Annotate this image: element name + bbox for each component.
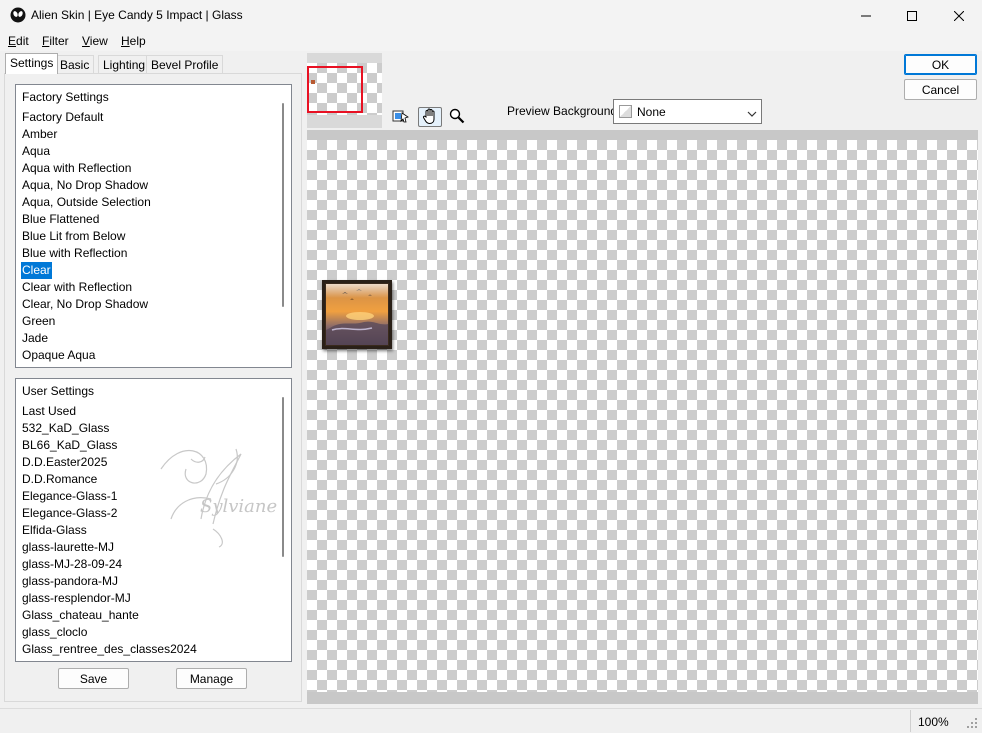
factory-item-amber[interactable]: Amber [21,126,58,143]
cancel-button[interactable]: Cancel [904,79,977,100]
user-item-glass-rentree-des-classes2024[interactable]: Glass_rentree_des_classes2024 [21,641,198,658]
tab-lighting[interactable]: Lighting [98,55,151,73]
user-item-elfida-glass[interactable]: Elfida-Glass [21,522,88,539]
navigator-viewport-frame[interactable] [307,66,363,113]
maximize-button[interactable] [889,0,935,31]
save-button[interactable]: Save [58,668,129,689]
minimize-button[interactable] [843,0,889,31]
ok-button[interactable]: OK [904,54,977,75]
factory-item-aqua-outside-selection[interactable]: Aqua, Outside Selection [21,194,152,211]
user-item-elegance-glass-2[interactable]: Elegance-Glass-2 [21,505,118,522]
preview-background-select[interactable]: None [613,99,762,124]
preview-image [322,280,392,349]
user-item-glass-laurette-mj[interactable]: glass-laurette-MJ [21,539,115,556]
navigate-button[interactable] [390,107,412,127]
user-item-d-d-easter2025[interactable]: D.D.Easter2025 [21,454,108,471]
user-item-glass-cloclo[interactable]: glass_cloclo [21,624,88,641]
user-item-glass-pandora-mj[interactable]: glass-pandora-MJ [21,573,119,590]
factory-item-blue-with-reflection[interactable]: Blue with Reflection [21,245,128,262]
zoom-icon [449,108,465,127]
user-settings-list[interactable]: User Settings Last Used 532_KaD_Glass BL66… [15,378,292,662]
factory-settings-header: Factory Settings [22,90,109,104]
close-icon [954,10,964,21]
manage-button[interactable]: Manage [176,668,247,689]
user-item-532-kad-glass[interactable]: 532_KaD_Glass [21,420,110,437]
factory-item-aqua[interactable]: Aqua [21,143,51,160]
hand-icon [421,107,439,128]
preview-top-border [307,130,978,140]
menu-bar [0,31,982,51]
factory-item-aqua-with-reflection[interactable]: Aqua with Reflection [21,160,132,177]
factory-item-blue-flattened[interactable]: Blue Flattened [21,211,100,228]
user-item-bl66-kad-glass[interactable]: BL66_KaD_Glass [21,437,118,454]
factory-list-scrollbar[interactable] [282,103,284,307]
zoom-tool-button[interactable] [446,107,468,127]
user-settings-header: User Settings [22,384,95,398]
navigate-icon [392,108,410,127]
factory-item-jade[interactable]: Jade [21,330,49,347]
window-title: Alien Skin | Eye Candy 5 Impact | Glass [31,8,243,22]
menu-filter[interactable]: Filter [42,34,69,48]
resize-grip-icon[interactable] [966,717,978,732]
menu-help[interactable]: Help [121,34,146,48]
status-divider [910,710,911,732]
tab-bevel-profile[interactable]: Bevel Profile [146,55,224,73]
user-item-last-used[interactable]: Last Used [21,403,77,420]
user-item-glass-mj-28-09-24[interactable]: glass-MJ-28-09-24 [21,556,123,573]
preview-bottom-border [307,692,978,704]
navigator-image-dot [311,80,315,84]
factory-item-blue-lit-from-below[interactable]: Blue Lit from Below [21,228,126,245]
zoom-level: 100% [918,715,949,729]
maximize-icon [907,10,917,21]
preview-background-label: Preview Background: [507,104,621,118]
status-bar [0,708,982,733]
factory-settings-list[interactable]: Factory Settings Factory Default Amber Aqu… [15,84,292,368]
tab-settings[interactable]: Settings [5,53,59,74]
preview-canvas[interactable] [307,140,978,692]
watermark-text: Sylviane [200,496,278,517]
factory-item-green[interactable]: Green [21,313,56,330]
user-item-d-d-romance[interactable]: D.D.Romance [21,471,98,488]
user-item-glass-chateau-hante[interactable]: Glass_chateau_hante [21,607,140,624]
factory-item-factory-default[interactable]: Factory Default [21,109,104,126]
user-item-elegance-glass-1[interactable]: Elegance-Glass-1 [21,488,118,505]
close-button[interactable] [936,0,982,31]
app-alien-icon [10,7,26,23]
menu-view[interactable]: View [82,34,108,48]
factory-item-clear-with-reflection[interactable]: Clear with Reflection [21,279,133,296]
menu-edit[interactable]: Edit [8,34,29,48]
factory-item-clear-no-drop-shadow[interactable]: Clear, No Drop Shadow [21,296,149,313]
preview-background-value: None [637,105,666,119]
factory-item-clear[interactable]: Clear [21,262,52,279]
minimize-icon [861,11,871,21]
watermark-ornament [160,448,242,548]
tab-basic[interactable]: Basic [55,55,95,73]
user-item-glass-resplendor-mj[interactable]: glass-resplendor-MJ [21,590,132,607]
factory-item-aqua-no-drop-shadow[interactable]: Aqua, No Drop Shadow [21,177,149,194]
background-swatch-icon [619,105,632,118]
chevron-down-icon [747,107,757,121]
factory-item-opaque-aqua[interactable]: Opaque Aqua [21,347,96,364]
hand-tool-button[interactable] [418,107,442,127]
